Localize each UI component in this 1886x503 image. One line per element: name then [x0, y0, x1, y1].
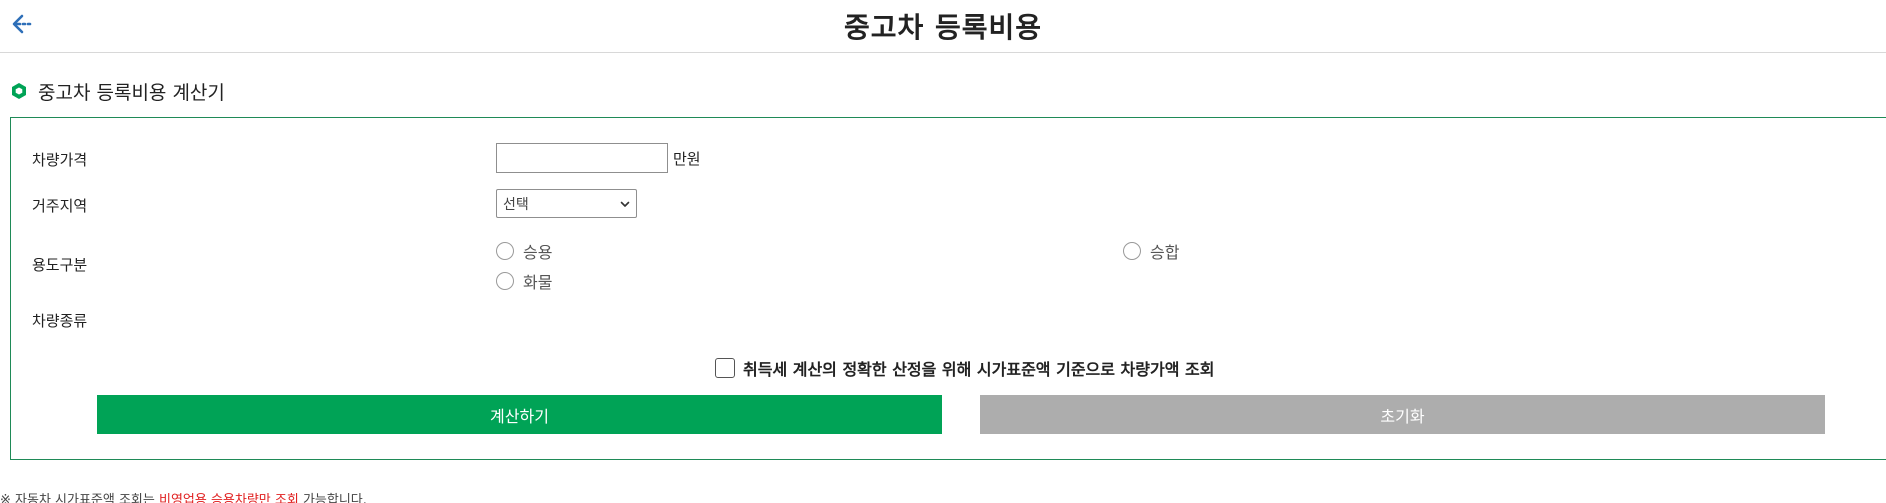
checkbox-box[interactable] — [715, 358, 735, 378]
region-select-value: 선택 — [503, 196, 529, 213]
section-title: 중고차 등록비용 계산기 — [38, 81, 225, 104]
usage-radio-passenger[interactable]: 승용 — [496, 239, 552, 263]
radio-circle[interactable] — [496, 242, 514, 260]
usage-radio-truck[interactable]: 화물 — [496, 269, 552, 293]
lookup-checkbox-label: 취득세 계산의 정확한 산정을 위해 시가표준액 기준으로 차량가액 조회 — [743, 360, 1215, 379]
page-title: 중고차 등록비용 — [843, 11, 1043, 44]
lookup-checkbox[interactable]: 취득세 계산의 정확한 산정을 위해 시가표준액 기준으로 차량가액 조회 — [715, 356, 1214, 380]
section-heading: 중고차 등록비용 계산기 — [10, 79, 225, 104]
price-label: 차량가격 — [32, 151, 88, 169]
radio-circle[interactable] — [1123, 242, 1141, 260]
footnote-highlight: 비영업용 승용차량만 조회 — [158, 493, 299, 503]
calculate-button[interactable]: 계산하기 — [97, 395, 942, 434]
radio-label: 화물 — [523, 273, 553, 292]
hexagon-icon — [12, 83, 26, 99]
footnote-prefix: ※ 자동차 시가표준액 조회는 — [0, 493, 159, 503]
vehicle-type-label: 차량종류 — [32, 312, 88, 330]
region-label: 거주지역 — [32, 197, 88, 215]
radio-circle[interactable] — [496, 272, 514, 290]
chevron-down-icon — [620, 201, 630, 207]
app-header: 중고차 등록비용 — [0, 0, 1886, 53]
usage-radio-van[interactable]: 승합 — [1123, 239, 1179, 263]
usage-label: 용도구분 — [32, 256, 88, 274]
reset-button[interactable]: 초기화 — [980, 395, 1825, 434]
radio-label: 승용 — [523, 243, 553, 262]
radio-label: 승합 — [1150, 243, 1180, 262]
price-unit-label: 만원 — [673, 150, 701, 168]
footnote: ※ 자동차 시가표준액 조회는 비영업용 승용차량만 조회 가능합니다. — [0, 489, 367, 503]
region-select[interactable]: 선택 — [496, 189, 637, 218]
calculator-form: 차량가격 만원 거주지역 선택 용도구분 승용 승합 화물 차량종류 취득세 계… — [10, 117, 1886, 460]
price-input[interactable] — [496, 143, 668, 173]
footnote-suffix: 가능합니다. — [298, 493, 367, 503]
